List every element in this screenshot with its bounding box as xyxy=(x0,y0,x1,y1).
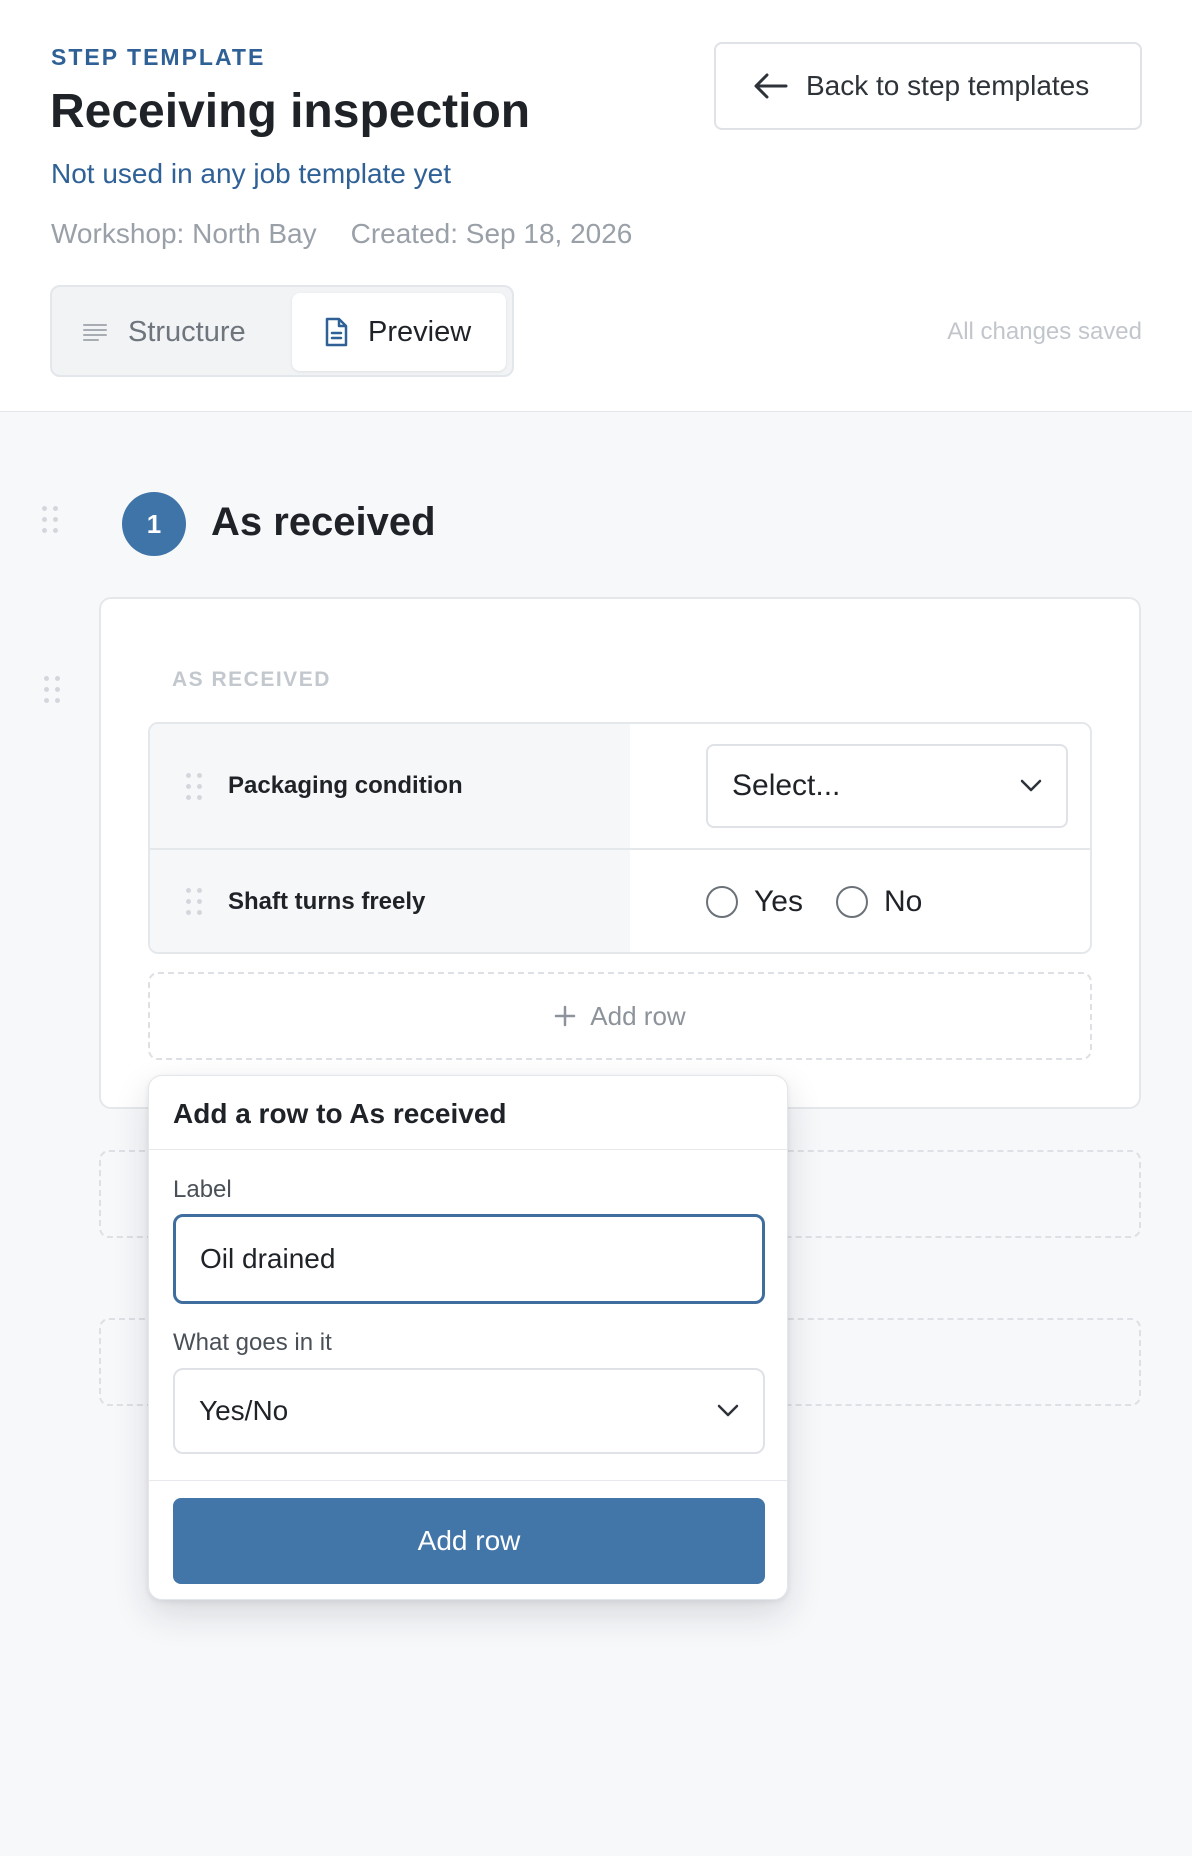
save-status: All changes saved xyxy=(947,318,1142,345)
popover-title: Add a row to As received xyxy=(173,1098,507,1129)
row-label-input[interactable] xyxy=(173,1214,765,1304)
view-tabs: Structure Preview xyxy=(50,285,514,377)
radio-yes[interactable]: Yes xyxy=(706,850,803,952)
radio-no[interactable]: No xyxy=(836,850,923,952)
radio-circle-icon xyxy=(706,886,738,918)
eyebrow-label: STEP TEMPLATE xyxy=(51,44,266,70)
step-number-badge: 1 xyxy=(122,492,186,556)
step-drag-handle[interactable] xyxy=(42,506,58,534)
document-icon xyxy=(325,317,348,347)
add-row-popover: Add a row to As received Label What goes… xyxy=(148,1075,788,1600)
row-type-select[interactable]: Yes/No xyxy=(173,1368,765,1454)
radio-circle-icon xyxy=(836,886,868,918)
back-to-templates-button[interactable]: Back to step templates xyxy=(714,42,1142,130)
plus-icon xyxy=(555,1005,576,1027)
chevron-down-icon xyxy=(717,1404,739,1417)
arrow-left-icon xyxy=(754,73,788,99)
tab-label: Structure xyxy=(128,315,246,348)
select-value: Select... xyxy=(732,769,841,802)
tab-structure[interactable]: Structure xyxy=(82,293,246,371)
type-field-label: What goes in it xyxy=(173,1329,332,1356)
row-label-cell: Shaft turns freely xyxy=(150,850,630,952)
section-label: AS RECEIVED xyxy=(172,668,331,691)
page-title: Receiving inspection xyxy=(50,85,531,138)
usage-status: Not used in any job template yet xyxy=(51,158,452,189)
radio-label: No xyxy=(884,885,923,918)
row-label-cell: Packaging condition xyxy=(150,724,630,848)
back-button-label: Back to step templates xyxy=(806,70,1090,101)
template-meta: Workshop: North Bay Created: Sep 18, 2026 xyxy=(51,218,632,250)
divider xyxy=(149,1149,787,1150)
row-label: Shaft turns freely xyxy=(228,888,426,915)
workshop-info: Workshop: North Bay xyxy=(51,218,317,249)
radio-label: Yes xyxy=(754,885,803,918)
tab-preview[interactable]: Preview xyxy=(292,293,506,371)
add-row-button[interactable]: Add row xyxy=(148,972,1092,1060)
list-lines-icon xyxy=(83,324,107,341)
divider xyxy=(149,1480,787,1481)
label-field-label: Label xyxy=(173,1176,232,1203)
select-value: Yes/No xyxy=(199,1395,289,1426)
table-row: Packaging condition Select... xyxy=(150,724,1090,850)
rows-table: Packaging condition Select... Shaft turn… xyxy=(148,722,1092,954)
add-row-label: Add row xyxy=(590,1000,686,1031)
tab-label: Preview xyxy=(368,315,472,348)
row-drag-handle[interactable] xyxy=(186,888,202,916)
packaging-condition-select[interactable]: Select... xyxy=(706,744,1068,828)
row-label: Packaging condition xyxy=(228,772,463,799)
created-date: Created: Sep 18, 2026 xyxy=(350,218,633,249)
submit-add-row-button[interactable]: Add row xyxy=(173,1498,765,1584)
step-title: As received xyxy=(211,500,436,544)
chevron-down-icon xyxy=(1020,779,1042,792)
section-drag-handle[interactable] xyxy=(44,676,60,704)
table-row: Shaft turns freely Yes No xyxy=(150,850,1090,952)
page-header: STEP TEMPLATE Receiving inspection Not u… xyxy=(0,0,1192,412)
row-drag-handle[interactable] xyxy=(186,773,202,801)
